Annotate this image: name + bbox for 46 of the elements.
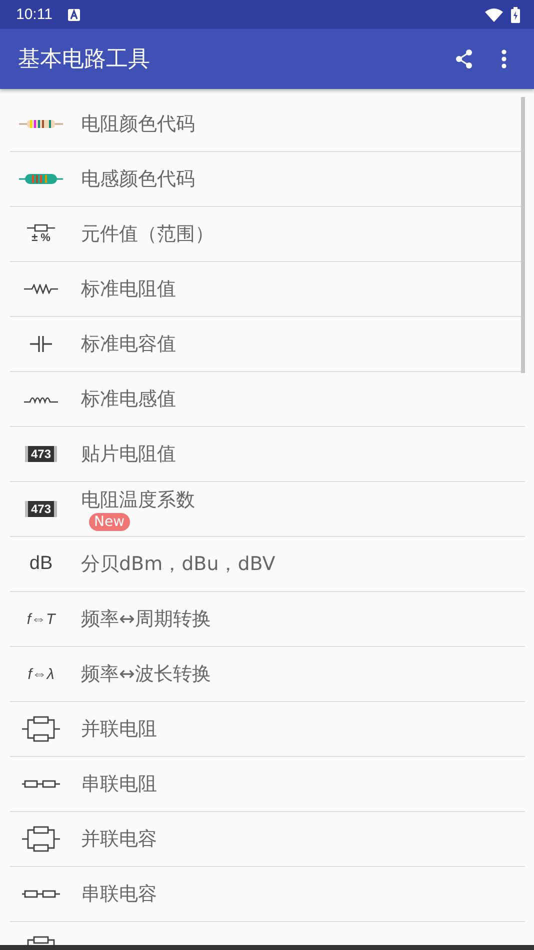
share-icon (455, 49, 473, 69)
conversion-icon: f⇔T (26, 610, 56, 628)
decibel-icon: dB (29, 553, 53, 575)
item-label: 频率↔周期转换 (81, 607, 211, 632)
item-label: 电感颜色代码 (81, 167, 195, 192)
tool-list-item[interactable]: dB 分贝dBm，dBu，dBV (10, 537, 525, 592)
tool-list-item[interactable]: 473 贴片电阻值 (10, 427, 525, 482)
more-options-icon (501, 49, 507, 69)
item-label: 并联电容 (81, 827, 157, 852)
tool-list-item[interactable]: 串联电阻 (10, 757, 525, 812)
tool-list-item[interactable]: 并联电阻 (10, 702, 525, 757)
item-label: 电阻温度系数 (81, 488, 195, 513)
item-label: 标准电感值 (81, 387, 176, 412)
item-label: 分贝dBm，dBu，dBV (81, 552, 276, 577)
tool-list-item[interactable]: 并联电容 (10, 812, 525, 867)
tool-list-item[interactable]: 串联电容 (10, 867, 525, 922)
item-label: 贴片电阻值 (81, 442, 176, 467)
smd-resistor-icon: 473 (24, 501, 58, 517)
item-label: 并联电阻 (81, 717, 157, 742)
series-circuit-icon (22, 889, 60, 899)
resistor-icon (19, 118, 63, 130)
tool-list-item[interactable]: f⇔λ 频率↔波长转换 (10, 647, 525, 702)
app-title: 基本电路工具 (18, 46, 151, 74)
status-time: 10:11 (16, 6, 52, 23)
battery-charging-icon (511, 6, 520, 22)
parallel-circuit-icon (22, 715, 60, 743)
tool-list-item[interactable]: 473 电阻温度系数 New (10, 482, 525, 537)
new-badge: New (89, 513, 130, 531)
item-label: 元件值（范围） (81, 222, 214, 247)
notification-icon (68, 8, 80, 20)
wifi-icon (485, 8, 503, 22)
item-label: 标准电阻值 (81, 277, 176, 302)
inductor-icon (19, 173, 63, 185)
item-label: 频率↔波长转换 (81, 662, 211, 687)
item-label: 串联电阻 (81, 772, 157, 797)
smd-resistor-icon: 473 (24, 446, 58, 462)
item-label: 电阻颜色代码 (81, 112, 195, 137)
item-label: 串联电容 (81, 882, 157, 907)
tool-list-item[interactable]: f⇔T 频率↔周期转换 (10, 592, 525, 647)
conversion-icon: f⇔λ (28, 666, 54, 682)
capacitor-icon (30, 335, 52, 353)
item-label: 标准电容值 (81, 332, 176, 357)
parallel-circuit-icon (22, 825, 60, 853)
resistor-icon (24, 284, 58, 294)
series-circuit-icon (22, 779, 60, 789)
tool-list-item[interactable]: 标准电感值 (10, 372, 525, 427)
